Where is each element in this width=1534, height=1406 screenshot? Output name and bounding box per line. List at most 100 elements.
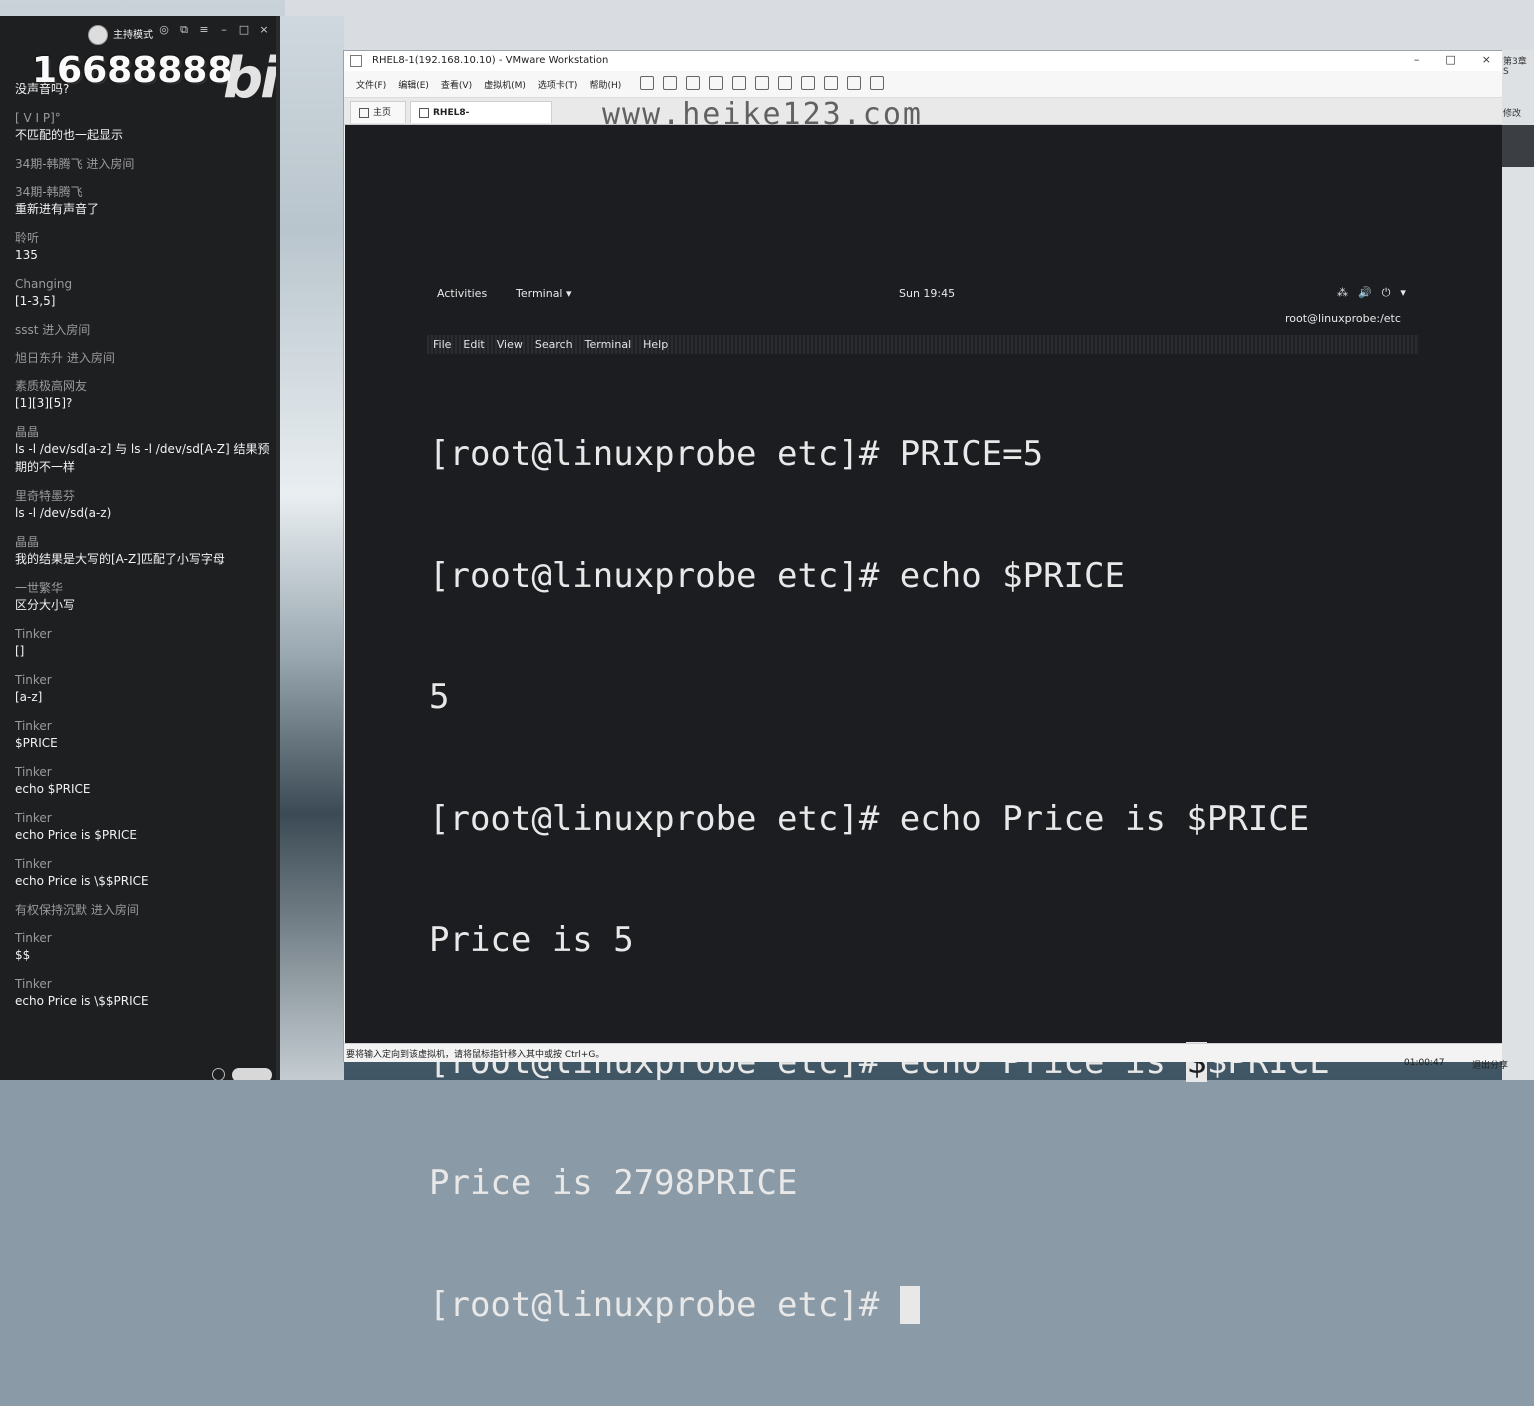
pause-icon[interactable] bbox=[640, 76, 654, 90]
message-nickname[interactable]: 聆听 bbox=[15, 230, 273, 246]
menu-edit[interactable]: 编辑(E) bbox=[398, 78, 429, 91]
term-menu-search[interactable]: Search bbox=[535, 338, 573, 351]
chat-message: Changing [1-3,5] bbox=[15, 276, 273, 310]
menu-vm[interactable]: 虚拟机(M) bbox=[484, 78, 526, 91]
send-button[interactable] bbox=[232, 1068, 272, 1080]
message-nickname[interactable]: Tinker bbox=[15, 764, 273, 780]
message-nickname[interactable]: Tinker bbox=[15, 718, 273, 734]
menu-icon[interactable]: ≡ bbox=[198, 24, 210, 36]
emoji-icon[interactable] bbox=[212, 1068, 225, 1080]
share-control-bar: 01:00:47 退出分享 bbox=[1400, 1052, 1534, 1074]
chat-message: 有权保持沉默 进入房间 bbox=[15, 902, 273, 918]
menu-tabs[interactable]: 选项卡(T) bbox=[538, 78, 578, 91]
message-nickname[interactable]: 晶晶 bbox=[15, 424, 273, 440]
chat-topbar: 主持模式 ◎ ⧉ ≡ – □ × bbox=[0, 16, 280, 50]
message-nickname[interactable]: 素质极高网友 bbox=[15, 378, 273, 394]
chevron-down-icon: ▾ bbox=[1400, 286, 1406, 299]
stretch-icon[interactable] bbox=[870, 76, 884, 90]
live-chat-panel: 主持模式 ◎ ⧉ ≡ – □ × 16688888 bilibi 没声音吗?[ … bbox=[0, 16, 280, 1080]
tab-vm[interactable]: RHEL8-1(192.168.10.10) bbox=[410, 101, 552, 140]
revert-snapshot-icon[interactable] bbox=[709, 76, 723, 90]
vm-console[interactable]: Activities Terminal ▾ Sun 19:45 ⁂ 🔊 ⏻ ▾ … bbox=[345, 125, 1502, 1325]
message-nickname[interactable]: 34期-韩腾飞 bbox=[15, 184, 273, 200]
terminal-line: [root@linuxprobe etc]# PRICE=5 bbox=[429, 434, 1044, 474]
terminal-output[interactable]: [root@linuxprobe etc]# PRICE=5 [root@lin… bbox=[429, 353, 1429, 1406]
chat-message: 34期-韩腾飞 进入房间 bbox=[15, 156, 273, 172]
term-menu-edit[interactable]: Edit bbox=[463, 338, 484, 351]
terminal-line: [root@linuxprobe etc]# echo $PRICE bbox=[429, 555, 1125, 596]
activities-button[interactable]: Activities bbox=[437, 287, 487, 300]
maximize-icon[interactable]: □ bbox=[238, 24, 250, 36]
term-menu-view[interactable]: View bbox=[497, 338, 523, 351]
system-status-area[interactable]: ⁂ 🔊 ⏻ ▾ bbox=[1337, 286, 1406, 300]
terminal-line: [root@linuxprobe etc]# echo Price is $PR… bbox=[429, 798, 1310, 839]
minimize-icon[interactable]: – bbox=[218, 24, 230, 36]
message-nickname[interactable]: Tinker bbox=[15, 856, 273, 872]
message-nickname[interactable]: Changing bbox=[15, 276, 273, 292]
term-menu-file[interactable]: File bbox=[433, 338, 451, 351]
message-text: [1][3][5]? bbox=[15, 396, 73, 410]
right-window-label: 修改 bbox=[1503, 109, 1522, 119]
system-notice: ssst 进入房间 bbox=[15, 323, 91, 337]
menu-view[interactable]: 查看(V) bbox=[441, 78, 472, 91]
message-nickname[interactable]: Tinker bbox=[15, 930, 273, 946]
chat-message: 34期-韩腾飞 重新进有声音了 bbox=[15, 184, 273, 218]
chat-message: Tinker echo $PRICE bbox=[15, 764, 273, 798]
vmware-menubar: 文件(F) 编辑(E) 查看(V) 虚拟机(M) 选项卡(T) 帮助(H) bbox=[344, 71, 1503, 98]
home-icon bbox=[359, 107, 369, 118]
host-avatar[interactable] bbox=[88, 25, 108, 45]
message-nickname[interactable]: Tinker bbox=[15, 626, 273, 642]
chat-message: Tinker [] bbox=[15, 626, 273, 660]
unity-icon[interactable] bbox=[824, 76, 838, 90]
network-icon: ⁂ bbox=[1337, 286, 1348, 299]
settings-icon[interactable]: ◎ bbox=[158, 24, 170, 36]
terminal-app-menu[interactable]: Terminal ▾ bbox=[516, 287, 572, 300]
message-nickname[interactable]: 一世繁华 bbox=[15, 580, 273, 596]
library-icon[interactable] bbox=[755, 76, 769, 90]
term-menu-help[interactable]: Help bbox=[643, 338, 668, 351]
message-text: 重新进有声音了 bbox=[15, 202, 100, 216]
prompt: [root@linuxprobe etc]# bbox=[429, 1284, 900, 1325]
maximize-button[interactable]: □ bbox=[1445, 53, 1455, 66]
terminal-menubar: File Edit View Search Terminal Help bbox=[427, 335, 1419, 354]
term-menu-terminal[interactable]: Terminal bbox=[585, 338, 632, 351]
chat-message: Tinker $$ bbox=[15, 930, 273, 964]
message-nickname[interactable]: Tinker bbox=[15, 672, 273, 688]
menu-help[interactable]: 帮助(H) bbox=[589, 78, 621, 91]
exit-share-button[interactable]: 退出分享 bbox=[1472, 1058, 1508, 1071]
tab-home[interactable]: 主页 bbox=[350, 101, 406, 123]
vmware-titlebar: RHEL8-1(192.168.10.10) - VMware Workstat… bbox=[344, 51, 1503, 71]
message-nickname[interactable]: Tinker bbox=[15, 810, 273, 826]
chat-message: Tinker $PRICE bbox=[15, 718, 273, 752]
popout-icon[interactable]: ⧉ bbox=[178, 24, 190, 36]
clock[interactable]: Sun 19:45 bbox=[899, 287, 955, 300]
thumbnail-icon[interactable] bbox=[778, 76, 792, 90]
power-icon: ⏻ bbox=[1381, 286, 1391, 299]
minimize-button[interactable]: – bbox=[1414, 53, 1420, 66]
chat-message: 一世繁华 区分大小写 bbox=[15, 580, 273, 614]
fullscreen-icon[interactable] bbox=[801, 76, 815, 90]
message-text: 不匹配的也一起显示 bbox=[15, 128, 124, 142]
message-nickname[interactable]: Tinker bbox=[15, 976, 273, 992]
snapshot-icon[interactable] bbox=[686, 76, 700, 90]
vm-icon bbox=[419, 107, 429, 118]
status-text: 要将输入定向到该虚拟机，请将鼠标指针移入其中或按 Ctrl+G。 bbox=[346, 1050, 605, 1060]
close-button[interactable]: × bbox=[1482, 53, 1491, 66]
chat-message: 晶晶 我的结果是大写的[A-Z]匹配了小写字母 bbox=[15, 534, 273, 568]
send-keys-icon[interactable] bbox=[663, 76, 677, 90]
message-text: [1-3,5] bbox=[15, 294, 56, 308]
chat-message: 没声音吗? bbox=[15, 80, 273, 98]
message-text: 没声音吗? bbox=[15, 82, 70, 96]
wallpaper-strip bbox=[280, 16, 344, 1080]
message-nickname[interactable]: 里奇特墨芬 bbox=[15, 488, 273, 504]
chat-message: 里奇特墨芬 ls -l /dev/sd(a-z) bbox=[15, 488, 273, 522]
vmware-window: RHEL8-1(192.168.10.10) - VMware Workstat… bbox=[343, 50, 1504, 1325]
message-nickname[interactable]: 晶晶 bbox=[15, 534, 273, 550]
snapshot-manager-icon[interactable] bbox=[732, 76, 746, 90]
console-icon[interactable] bbox=[847, 76, 861, 90]
menu-file[interactable]: 文件(F) bbox=[356, 78, 386, 91]
system-notice: 34期-韩腾飞 进入房间 bbox=[15, 157, 135, 171]
chat-message: ssst 进入房间 bbox=[15, 322, 273, 338]
message-nickname[interactable]: [ V I P]° bbox=[15, 110, 273, 126]
close-icon[interactable]: × bbox=[258, 24, 270, 36]
